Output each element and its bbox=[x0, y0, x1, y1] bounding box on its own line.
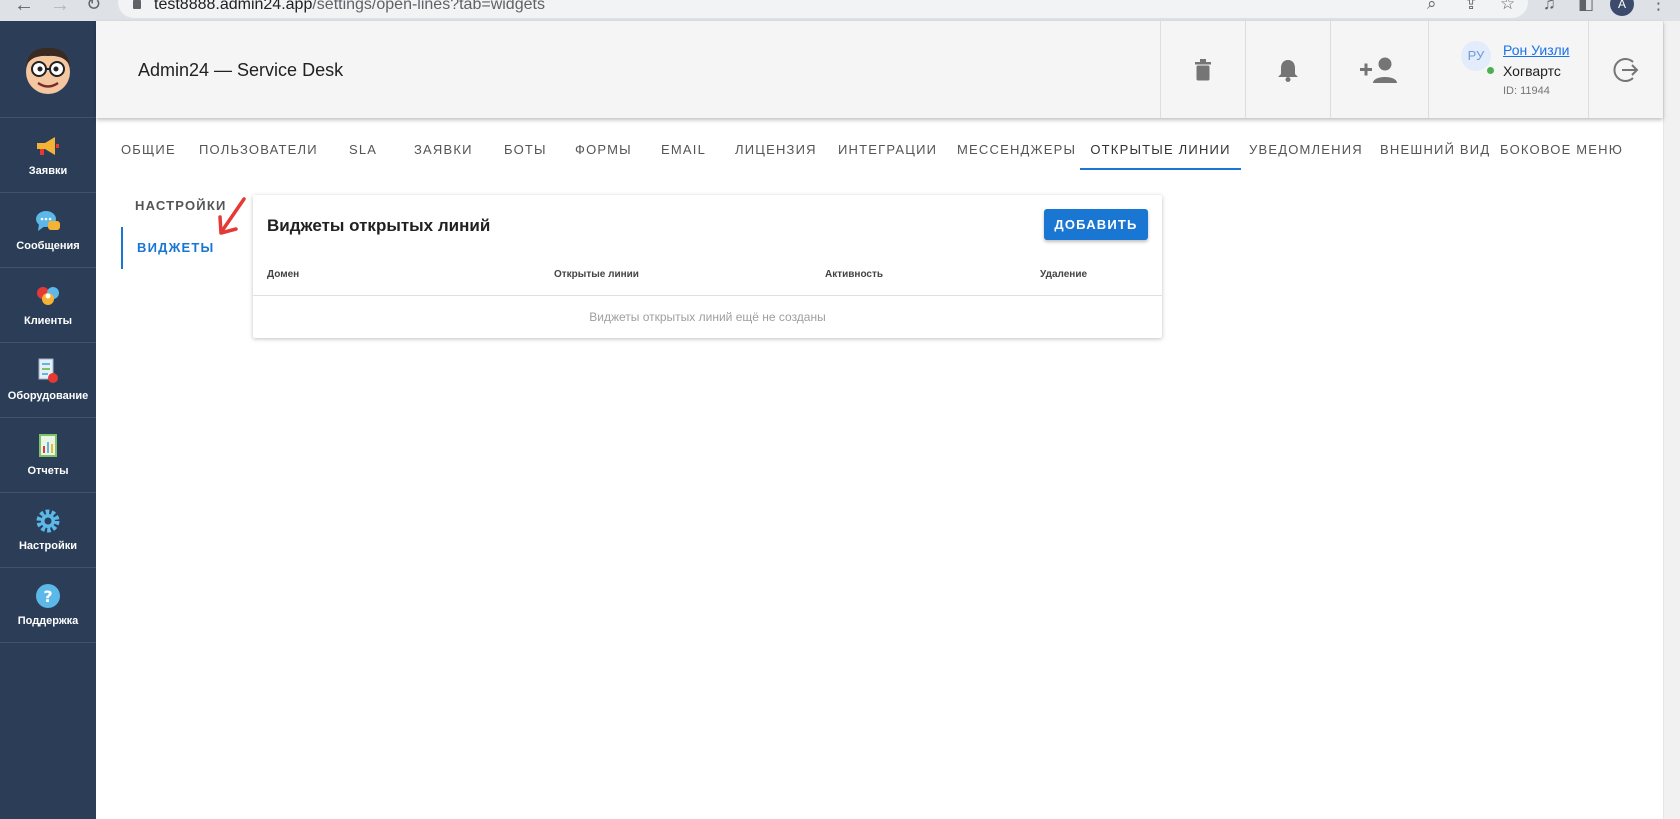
lock-icon bbox=[133, 0, 141, 9]
chat-bubble-icon bbox=[35, 208, 61, 234]
tab-users[interactable]: ПОЛЬЗОВАТЕЛИ bbox=[199, 118, 318, 170]
tab-notifications[interactable]: УВЕДОМЛЕНИЯ bbox=[1249, 118, 1363, 170]
table-divider bbox=[253, 295, 1162, 296]
subnav-widgets[interactable]: ВИДЖЕТЫ bbox=[121, 227, 214, 269]
add-widget-button[interactable]: ДОБАВИТЬ bbox=[1044, 209, 1148, 240]
column-header-domain[interactable]: Домен bbox=[267, 269, 299, 280]
sidebar-item-messages[interactable]: Сообщения bbox=[0, 193, 96, 268]
tab-sla[interactable]: SLA bbox=[349, 118, 377, 170]
help-icon: ? bbox=[35, 583, 61, 609]
side-panel-icon[interactable]: ◧ bbox=[1578, 0, 1594, 14]
sidebar-item-reports[interactable]: Отчеты bbox=[0, 418, 96, 493]
app-title: Admin24 — Service Desk bbox=[138, 60, 344, 80]
sidebar-item-settings[interactable]: Настройки bbox=[0, 493, 96, 568]
notifications-button[interactable] bbox=[1245, 21, 1330, 118]
user-organization: Хогвартс bbox=[1503, 63, 1561, 79]
user-profile[interactable]: РУ Рон Уизли Хогвартс ID: 11944 bbox=[1428, 21, 1588, 118]
empty-state-text: Виджеты открытых линий ещё не созданы bbox=[589, 310, 826, 324]
user-avatar: РУ bbox=[1461, 41, 1491, 71]
logout-button[interactable] bbox=[1588, 21, 1663, 118]
forward-arrow-icon[interactable]: → bbox=[50, 0, 70, 17]
tab-forms[interactable]: ФОРМЫ bbox=[575, 118, 632, 170]
logout-icon bbox=[1613, 57, 1639, 82]
equipment-icon bbox=[35, 358, 61, 384]
sidebar-item-label: Оборудование bbox=[7, 390, 89, 402]
annotation-arrow-icon bbox=[218, 197, 246, 235]
tab-side-menu[interactable]: БОКОВОЕ МЕНЮ bbox=[1500, 118, 1623, 170]
megaphone-icon bbox=[35, 133, 61, 159]
sidebar-item-label: Заявки bbox=[28, 165, 68, 177]
tab-integrations[interactable]: ИНТЕГРАЦИИ bbox=[838, 118, 937, 170]
sidebar-item-support[interactable]: ? Поддержка bbox=[0, 568, 96, 643]
add-user-button[interactable] bbox=[1330, 21, 1428, 118]
sidebar-item-label: Поддержка bbox=[17, 615, 79, 627]
sidebar: Заявки Сообщения Клиенты Оборудование От… bbox=[0, 21, 96, 819]
clients-icon bbox=[35, 283, 61, 309]
page-scrollbar[interactable] bbox=[1663, 21, 1680, 819]
media-icon[interactable]: ♫ bbox=[1543, 0, 1556, 14]
user-id: ID: 11944 bbox=[1503, 85, 1550, 97]
tab-bots[interactable]: БОТЫ bbox=[504, 118, 547, 170]
trash-button[interactable] bbox=[1160, 21, 1245, 118]
url-text: test8888.admin24.app/settings/open-lines… bbox=[154, 0, 545, 13]
user-name-link[interactable]: Рон Уизли bbox=[1503, 42, 1569, 58]
logo-face-icon bbox=[26, 47, 70, 94]
report-icon bbox=[35, 433, 61, 459]
reload-icon[interactable]: ↻ bbox=[86, 0, 101, 15]
zoom-icon[interactable]: ⌕ bbox=[1427, 0, 1437, 14]
star-icon[interactable]: ☆ bbox=[1500, 0, 1515, 14]
sidebar-item-label: Отчеты bbox=[27, 465, 69, 477]
trash-icon bbox=[1195, 58, 1211, 80]
card-title: Виджеты открытых линий bbox=[267, 216, 491, 235]
sidebar-item-clients[interactable]: Клиенты bbox=[0, 268, 96, 343]
menu-dots-icon[interactable]: ⋮ bbox=[1650, 0, 1667, 14]
address-bar[interactable]: test8888.admin24.app/settings/open-lines… bbox=[118, 0, 1528, 18]
sidebar-item-label: Настройки bbox=[18, 540, 78, 552]
tab-open-lines[interactable]: ОТКРЫТЫЕ ЛИНИИ bbox=[1080, 118, 1241, 170]
tab-email[interactable]: EMAIL bbox=[661, 118, 706, 170]
widgets-card: Виджеты открытых линий ДОБАВИТЬ Домен От… bbox=[253, 195, 1162, 338]
tab-requests[interactable]: ЗАЯВКИ bbox=[414, 118, 473, 170]
tab-license[interactable]: ЛИЦЕНЗИЯ bbox=[735, 118, 817, 170]
column-header-open-lines[interactable]: Открытые линии bbox=[554, 269, 639, 280]
subnav-settings[interactable]: НАСТРОЙКИ bbox=[135, 198, 227, 213]
sidebar-item-requests[interactable]: Заявки bbox=[0, 118, 96, 193]
gear-icon bbox=[35, 508, 61, 534]
tab-general[interactable]: ОБЩИЕ bbox=[121, 118, 176, 170]
settings-tabs: ОБЩИЕ ПОЛЬЗОВАТЕЛИ SLA ЗАЯВКИ БОТЫ ФОРМЫ… bbox=[96, 118, 1663, 170]
add-user-icon bbox=[1359, 57, 1397, 83]
column-header-delete[interactable]: Удаление bbox=[1040, 269, 1087, 280]
online-status-dot bbox=[1487, 67, 1494, 74]
tab-appearance[interactable]: ВНЕШНИЙ ВИД bbox=[1380, 118, 1490, 170]
browser-toolbar: ← → ↻ test8888.admin24.app/settings/open… bbox=[0, 0, 1680, 21]
svg-text:?: ? bbox=[43, 587, 52, 606]
sidebar-item-label: Клиенты bbox=[23, 315, 72, 327]
column-header-activity[interactable]: Активность bbox=[825, 269, 883, 280]
back-arrow-icon[interactable]: ← bbox=[14, 0, 34, 17]
sidebar-item-label: Сообщения bbox=[16, 240, 80, 252]
sidebar-item-equipment[interactable]: Оборудование bbox=[0, 343, 96, 418]
top-header: Admin24 — Service Desk РУ Рон Уизли Хогв… bbox=[96, 21, 1663, 118]
app-logo[interactable] bbox=[0, 21, 96, 118]
bell-icon bbox=[1278, 59, 1298, 82]
browser-profile-avatar[interactable]: A bbox=[1610, 0, 1634, 16]
share-icon[interactable]: ⇪ bbox=[1464, 0, 1478, 14]
tab-messengers[interactable]: МЕССЕНДЖЕРЫ bbox=[957, 118, 1076, 170]
